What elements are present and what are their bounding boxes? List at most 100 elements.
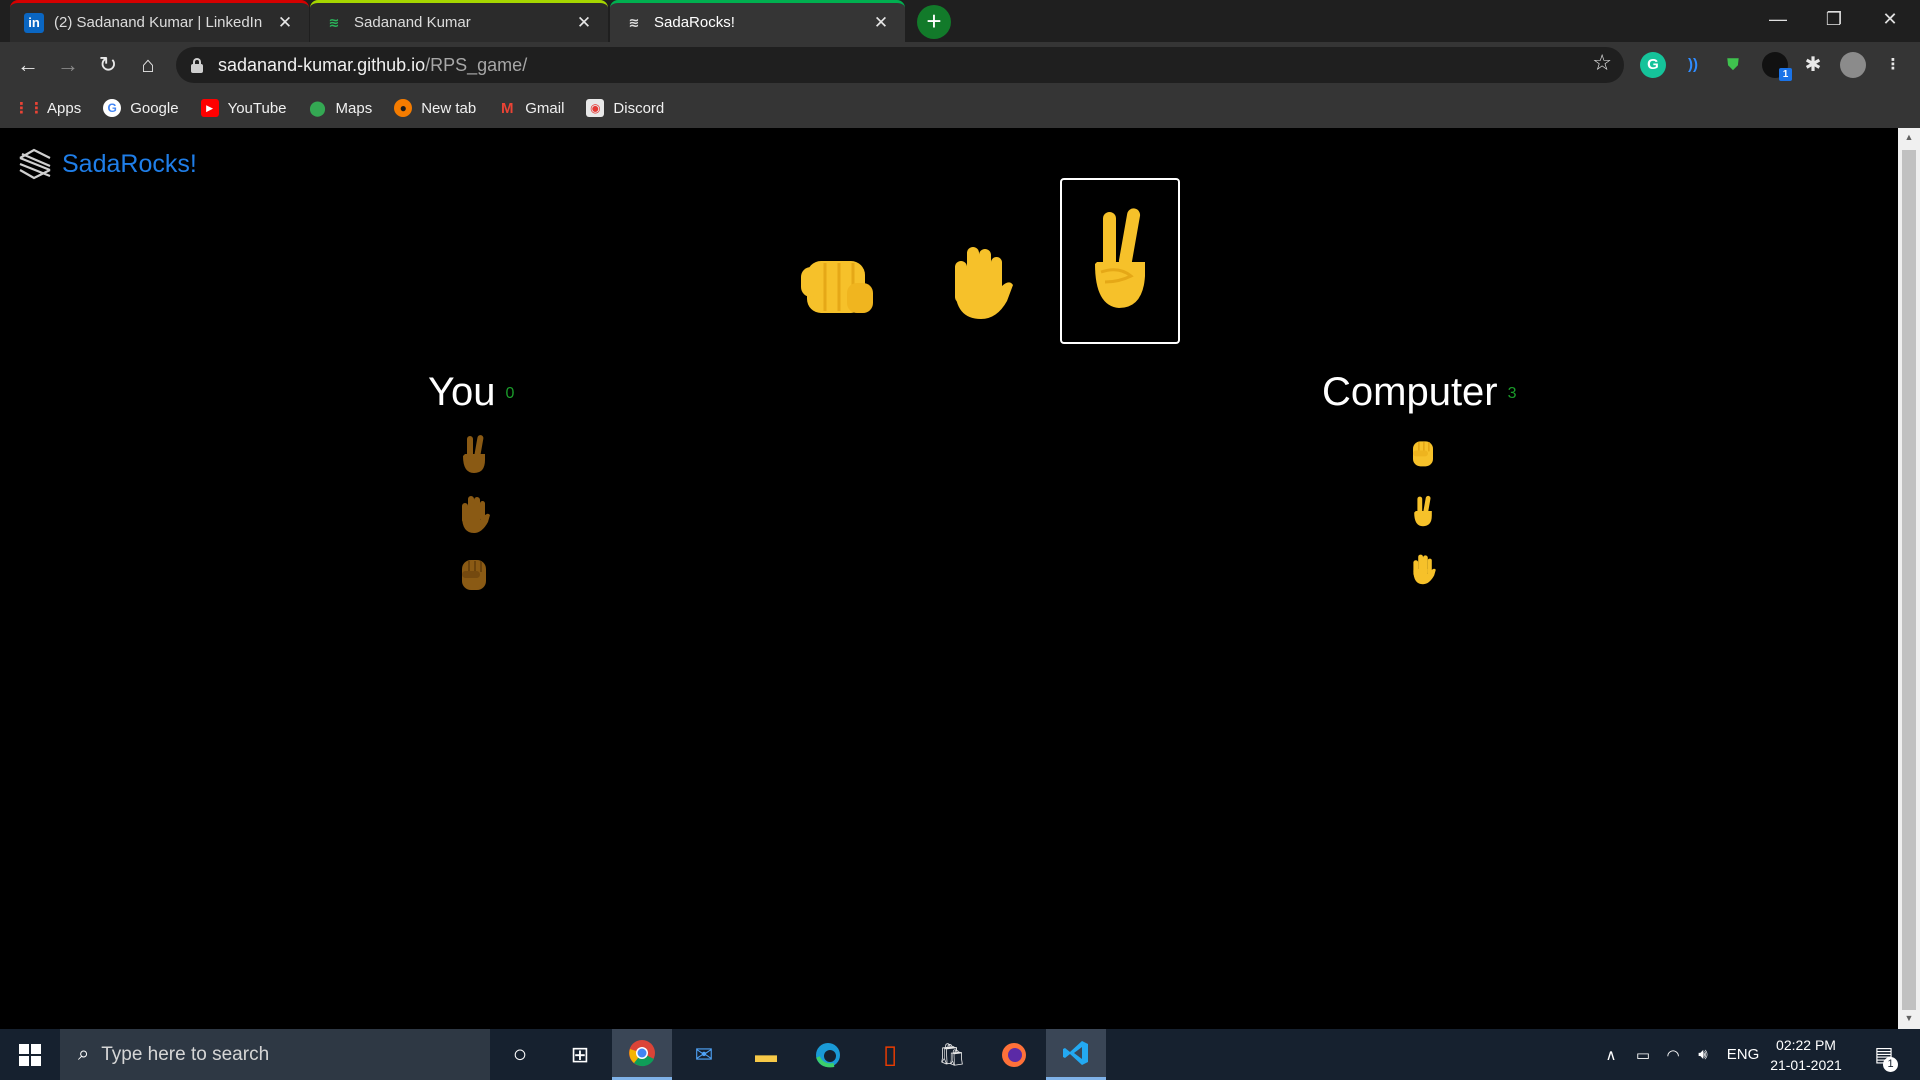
sada-logo-icon: ≋ <box>328 14 340 30</box>
gmail-icon: M <box>501 99 514 117</box>
toolbar: ← → ↻ ⌂ sadanand-kumar.github.io/RPS_gam… <box>0 42 1920 88</box>
vscode-icon[interactable] <box>1046 1029 1106 1080</box>
lock-icon[interactable] <box>190 57 204 73</box>
new-tab-button[interactable]: + <box>917 5 951 39</box>
store-icon[interactable]: 🛍 <box>922 1029 982 1080</box>
page-scrollbar[interactable]: ▲ ▼ <box>1898 128 1920 1029</box>
extension-badge-icon[interactable]: 1 <box>1762 52 1792 81</box>
bookmark-gmail[interactable]: M Gmail <box>498 99 564 117</box>
search-icon: ⌕ <box>78 1043 90 1065</box>
menu-kebab-icon[interactable]: ⋮ <box>1880 52 1906 78</box>
tab-bar: in (2) Sadanand Kumar | LinkedIn ✕ ≋ Sad… <box>0 0 1920 42</box>
clock-time: 02:22 PM <box>1776 1037 1836 1053</box>
scissors-choice-button[interactable] <box>1060 178 1180 344</box>
victory-hand-icon <box>1095 208 1145 308</box>
rock-choice-button[interactable] <box>786 228 886 348</box>
apps-grid-icon: ⋮⋮ <box>14 100 44 117</box>
mail-icon[interactable]: ✉ <box>674 1029 734 1080</box>
list-item <box>444 424 504 484</box>
minimize-icon[interactable]: — <box>1750 0 1806 42</box>
avatar[interactable] <box>1840 52 1866 78</box>
bookmark-label: New tab <box>421 99 477 117</box>
clock[interactable]: 02:22 PM 21-01-2021 <box>1764 1035 1848 1075</box>
bookmarks-bar: ⋮⋮ Apps G Google ▶ YouTube ⬤ Maps ● New … <box>0 88 1920 128</box>
task-view-icon[interactable]: ⊞ <box>550 1029 610 1080</box>
raised-fist-icon <box>462 560 486 590</box>
tab-linkedin[interactable]: in (2) Sadanand Kumar | LinkedIn ✕ <box>10 0 309 42</box>
chrome-icon[interactable] <box>612 1029 672 1080</box>
extension-badge-count: 1 <box>1779 68 1792 81</box>
url-path: /RPS_game/ <box>425 54 528 75</box>
bookmark-youtube[interactable]: ▶ YouTube <box>200 99 287 117</box>
windows-start-icon[interactable] <box>0 1029 60 1080</box>
address-bar[interactable]: sadanand-kumar.github.io/RPS_game/ ☆ <box>176 47 1624 83</box>
puzzle-icon[interactable]: ✱ <box>1800 52 1826 78</box>
clock-date: 21-01-2021 <box>1770 1057 1842 1073</box>
tab-title: SadaRocks! <box>654 14 735 31</box>
taskbar: ⌕ Type here to search ○ ⊞ ✉ ▬ ▯ 🛍 ∧ ▭ ◠ … <box>0 1029 1920 1080</box>
fist-icon <box>801 261 873 313</box>
bookmark-label: Apps <box>47 99 82 117</box>
paper-choice-button[interactable] <box>930 218 1030 348</box>
list-item <box>1393 482 1453 540</box>
linkedin-icon: in <box>24 12 44 33</box>
victory-hand-icon <box>1414 495 1432 527</box>
file-explorer-icon[interactable]: ▬ <box>736 1029 796 1080</box>
scroll-up-icon[interactable]: ▲ <box>1898 132 1920 148</box>
bookmark-new-tab[interactable]: ● New tab <box>394 99 476 117</box>
tab-sadanand[interactable]: ≋ Sadanand Kumar ✕ <box>310 0 608 42</box>
computer-score: 3 <box>1507 385 1517 403</box>
tab-sadarocks[interactable]: ≋ SadaRocks! ✕ <box>610 0 905 42</box>
tab-title: Sadanand Kumar <box>354 14 471 31</box>
bookmark-label: Google <box>130 99 179 117</box>
tray-chevron-icon[interactable]: ∧ <box>1598 1029 1624 1080</box>
restore-icon[interactable]: ❐ <box>1806 0 1862 42</box>
page-content: SadaRocks! You 0 Computer 3 <box>0 128 1898 1029</box>
list-item <box>1393 540 1453 598</box>
search-placeholder: Type here to search <box>101 1043 270 1065</box>
battery-icon[interactable]: ▭ <box>1628 1029 1658 1080</box>
reload-icon[interactable]: ↻ <box>92 50 124 80</box>
forward-icon[interactable]: → <box>52 50 84 80</box>
bookmark-label: YouTube <box>227 99 287 117</box>
cortana-icon[interactable]: ○ <box>490 1029 550 1080</box>
scroll-down-icon[interactable]: ▼ <box>1898 1013 1920 1029</box>
bookmark-google[interactable]: G Google <box>103 99 179 117</box>
language-indicator[interactable]: ENG <box>1722 1029 1764 1080</box>
firefox-icon[interactable] <box>984 1029 1044 1080</box>
read-aloud-icon[interactable]: )) <box>1680 52 1706 78</box>
sada-logo-icon: ≋ <box>628 14 640 30</box>
bookmark-discord[interactable]: ◉ Discord <box>586 99 664 117</box>
scroll-thumb[interactable] <box>1902 150 1916 1010</box>
brand[interactable]: SadaRocks! <box>16 146 197 182</box>
player-heading: You 0 <box>428 370 514 415</box>
close-icon[interactable]: ✕ <box>574 13 594 33</box>
bookmark-star-icon[interactable]: ☆ <box>1592 50 1612 76</box>
computer-history <box>1393 424 1453 598</box>
close-icon[interactable]: ✕ <box>871 13 891 33</box>
raised-hand-icon <box>1413 554 1436 585</box>
notification-icon[interactable]: ▤ 1 <box>1862 1029 1906 1080</box>
back-icon[interactable]: ← <box>12 50 44 80</box>
bookmark-label: Maps <box>335 99 373 117</box>
youtube-icon: ▶ <box>200 99 219 117</box>
taskbar-search[interactable]: ⌕ Type here to search <box>60 1029 490 1080</box>
volume-icon[interactable]: 🔊︎ <box>1688 1029 1718 1080</box>
grammarly-icon[interactable]: G <box>1640 52 1666 78</box>
bookmark-apps[interactable]: ⋮⋮ Apps <box>14 99 82 118</box>
raised-hand-icon <box>955 247 1013 319</box>
wifi-icon[interactable]: ◠ <box>1658 1029 1688 1080</box>
victory-hand-icon <box>463 435 485 473</box>
player-score: 0 <box>505 385 515 403</box>
close-icon[interactable]: ✕ <box>275 13 295 33</box>
url-host: sadanand-kumar.github.io <box>218 54 426 75</box>
bookmark-label: Discord <box>613 99 665 117</box>
notification-count: 1 <box>1883 1057 1898 1072</box>
edge-icon[interactable] <box>798 1029 858 1080</box>
home-icon[interactable]: ⌂ <box>132 50 164 80</box>
newtab-icon: ● <box>394 99 413 117</box>
shield-icon[interactable]: ⛊ <box>1720 52 1746 78</box>
bookmark-maps[interactable]: ⬤ Maps <box>309 99 373 118</box>
office-icon[interactable]: ▯ <box>860 1029 920 1080</box>
close-window-icon[interactable]: ✕ <box>1862 0 1918 42</box>
